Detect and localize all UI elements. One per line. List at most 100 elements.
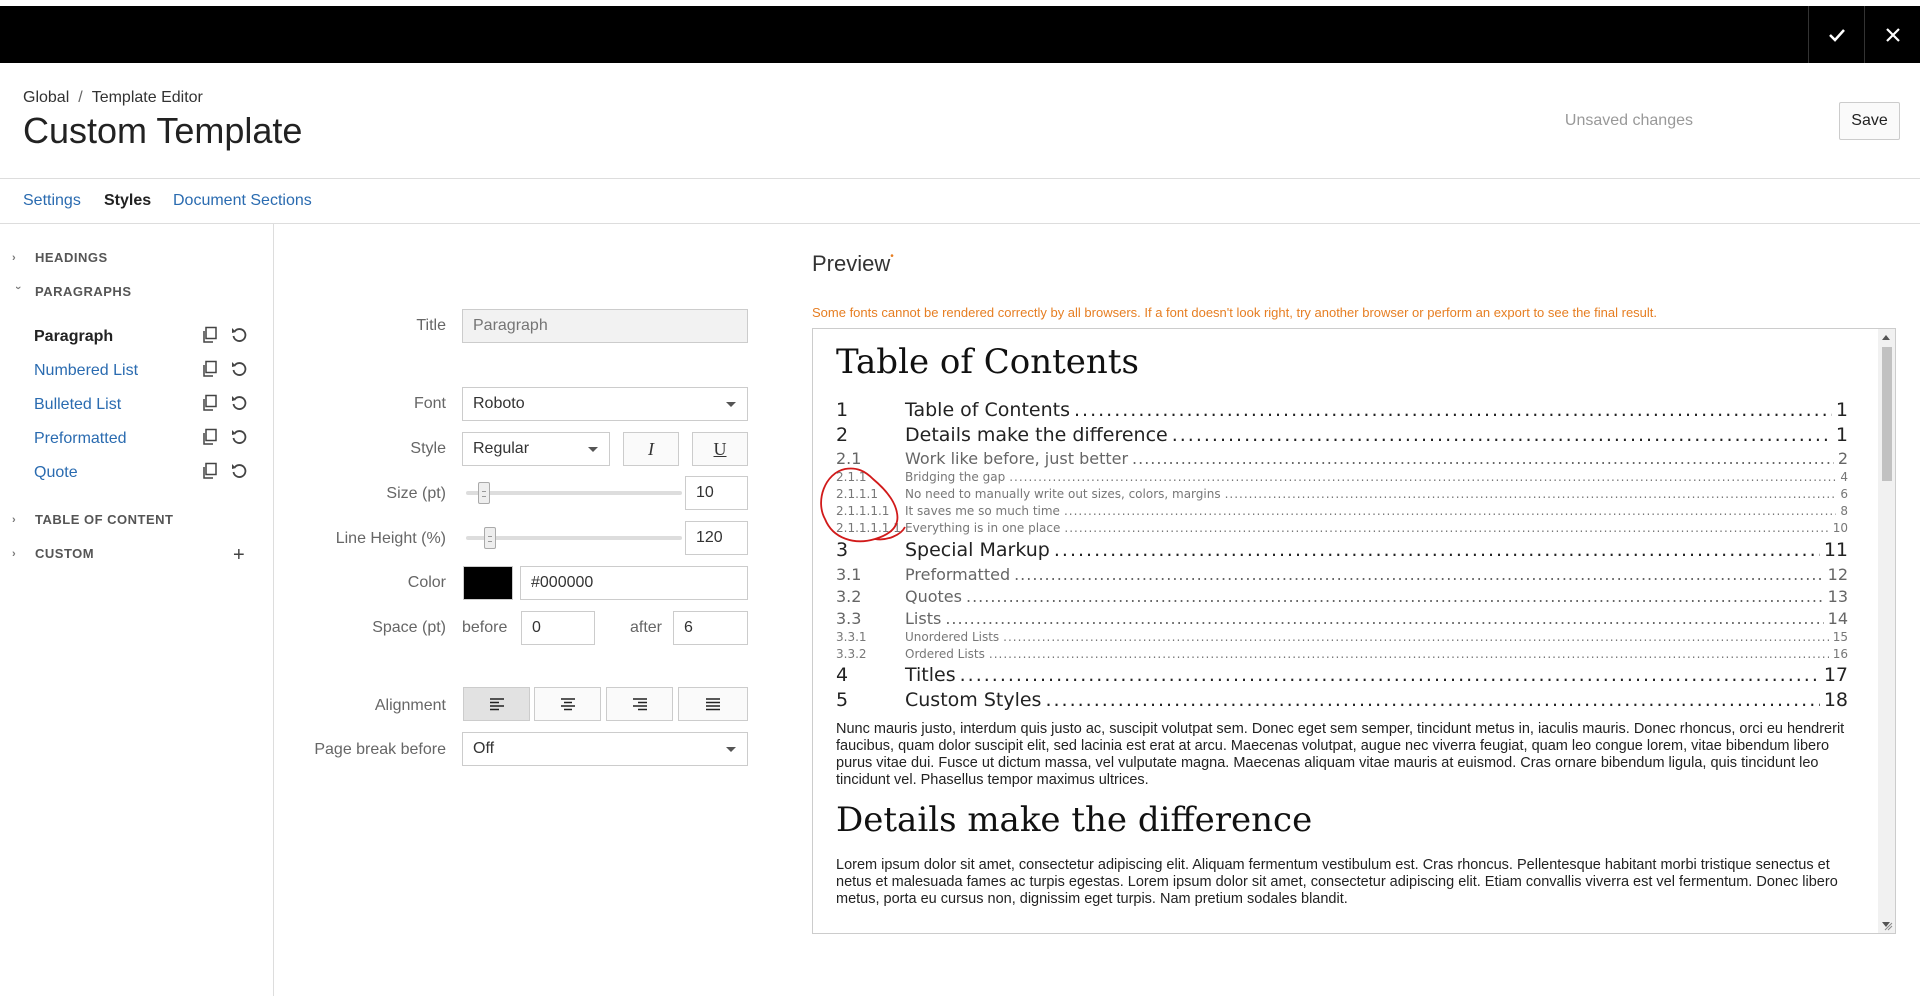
italic-button[interactable]: I [623, 432, 679, 466]
toc-heading: Table of Contents [836, 342, 1139, 382]
toc-leader [1003, 630, 1829, 644]
align-center-button[interactable] [534, 687, 601, 721]
font-select[interactable]: Roboto [462, 387, 748, 421]
reset-icon[interactable] [230, 428, 248, 446]
tab-settings[interactable]: Settings [23, 192, 81, 210]
space-before-label: before [462, 619, 508, 636]
preview-title: Preview• [812, 251, 894, 277]
size-slider-track[interactable] [466, 491, 682, 495]
tab-styles[interactable]: Styles [104, 192, 151, 210]
space-after-input[interactable] [673, 611, 748, 645]
breadcrumb-item-template-editor[interactable]: Template Editor [92, 89, 203, 107]
page-break-select[interactable]: Off [462, 732, 748, 766]
chevron-right-icon: › [12, 251, 17, 264]
toc-number: 2.1.1.1.1.1 [836, 521, 901, 535]
toc-page: 4 [1840, 470, 1848, 484]
style-item-paragraph[interactable]: Paragraph [34, 328, 113, 346]
toc-text: Lists [905, 609, 942, 628]
duplicate-icon[interactable] [201, 360, 219, 378]
toc-number: 2.1.1 [836, 470, 867, 484]
scrollbar-thumb[interactable] [1882, 347, 1892, 481]
duplicate-icon[interactable] [201, 394, 219, 412]
breadcrumb-item-global[interactable]: Global [23, 89, 69, 107]
toc-entry: 3.2 Quotes 13 [836, 587, 1848, 606]
chevron-right-icon: › [12, 513, 17, 526]
toc-entry: 2.1 Work like before, just better 2 [836, 449, 1848, 468]
align-justify-button[interactable] [678, 687, 748, 721]
section-custom[interactable]: › CUSTOM [12, 546, 94, 561]
scroll-up-icon[interactable] [1882, 335, 1890, 340]
style-item-bulleted-list[interactable]: Bulleted List [34, 396, 121, 414]
window-titlebar [0, 6, 1920, 63]
style-item-quote[interactable]: Quote [34, 464, 78, 482]
align-right-button[interactable] [606, 687, 673, 721]
toc-entry: 3.3 Lists 14 [836, 609, 1848, 628]
breadcrumb: Global / Template Editor [23, 89, 203, 107]
add-custom-style-button[interactable]: + [233, 545, 245, 565]
toc-leader [945, 609, 1823, 628]
reset-icon[interactable] [230, 326, 248, 344]
color-input[interactable] [520, 566, 748, 600]
toc-entry: 4 Titles 17 [836, 664, 1848, 686]
toc-number: 2 [836, 424, 849, 446]
style-item-numbered-list[interactable]: Numbered List [34, 362, 138, 380]
toc-text: Unordered Lists [905, 630, 1000, 644]
tab-document-sections[interactable]: Document Sections [173, 192, 312, 210]
close-button[interactable] [1864, 6, 1920, 63]
preview-paragraph: Lorem ipsum dolor sit amet, consectetur … [836, 857, 1838, 907]
toc-number: 3 [836, 539, 849, 561]
reset-icon[interactable] [230, 462, 248, 480]
align-left-button[interactable] [463, 687, 530, 721]
line-height-slider-track[interactable] [466, 536, 682, 540]
font-label: Font [413, 395, 446, 412]
toc-leader [1132, 449, 1834, 468]
toc-leader [966, 587, 1824, 606]
toc-leader [1225, 487, 1837, 501]
underline-button[interactable]: U [692, 432, 748, 466]
confirm-button[interactable] [1808, 6, 1864, 63]
toc-page: 11 [1823, 539, 1848, 561]
toc-entry: 2.1.1 Bridging the gap 4 [836, 470, 1848, 484]
space-before-input[interactable] [521, 611, 595, 645]
size-input[interactable] [685, 476, 748, 510]
preview-scrollbar[interactable] [1878, 329, 1895, 933]
chevron-right-icon: › [12, 547, 17, 560]
duplicate-icon[interactable] [201, 462, 219, 480]
toc-page: 15 [1832, 630, 1848, 644]
reset-icon[interactable] [230, 360, 248, 378]
style-select[interactable]: Regular [462, 432, 610, 466]
styles-sidebar: › HEADINGS › PARAGRAPHS Paragraph Numbered… [0, 224, 274, 996]
align-justify-icon [706, 698, 720, 711]
toc-text: Preformatted [905, 565, 1011, 584]
caret-down-icon [588, 447, 598, 452]
reset-icon[interactable] [230, 394, 248, 412]
toc-entry: 2.1.1.1.1 It saves me so much time 8 [836, 504, 1848, 518]
toc-leader [1045, 689, 1819, 711]
check-icon [1828, 28, 1845, 42]
duplicate-icon[interactable] [201, 428, 219, 446]
color-swatch[interactable] [463, 566, 513, 600]
title-input[interactable] [462, 309, 748, 343]
toc-entry: 5 Custom Styles 18 [836, 689, 1848, 711]
toc-text: No need to manually write out sizes, col… [905, 487, 1221, 501]
save-button[interactable]: Save [1839, 102, 1900, 140]
toc-leader [1064, 504, 1836, 518]
toc-page: 2 [1837, 449, 1848, 468]
align-right-icon [632, 698, 647, 711]
duplicate-icon[interactable] [201, 326, 219, 344]
line-height-slider-handle[interactable] [484, 527, 496, 549]
line-height-input[interactable] [685, 521, 748, 555]
style-item-preformatted[interactable]: Preformatted [34, 430, 126, 448]
toc-number: 3.1 [836, 565, 862, 584]
resize-grip-icon[interactable] [1883, 921, 1893, 931]
section-table-of-content[interactable]: › TABLE OF CONTENT [12, 512, 173, 527]
toc-text: Table of Contents [905, 399, 1070, 421]
preview-pane[interactable]: Table of Contents 1 Table of Contents 1 2 D… [812, 328, 1896, 934]
chevron-down-icon: › [12, 285, 24, 290]
section-headings[interactable]: › HEADINGS [12, 250, 108, 265]
preview-paragraph: Nunc mauris justo, interdum quis justo a… [836, 721, 1845, 788]
toc-page: 6 [1840, 487, 1848, 501]
size-slider-handle[interactable] [478, 482, 490, 504]
page-header: Global / Template Editor Custom Template U… [0, 63, 1920, 179]
section-paragraphs[interactable]: › PARAGRAPHS [12, 284, 132, 299]
